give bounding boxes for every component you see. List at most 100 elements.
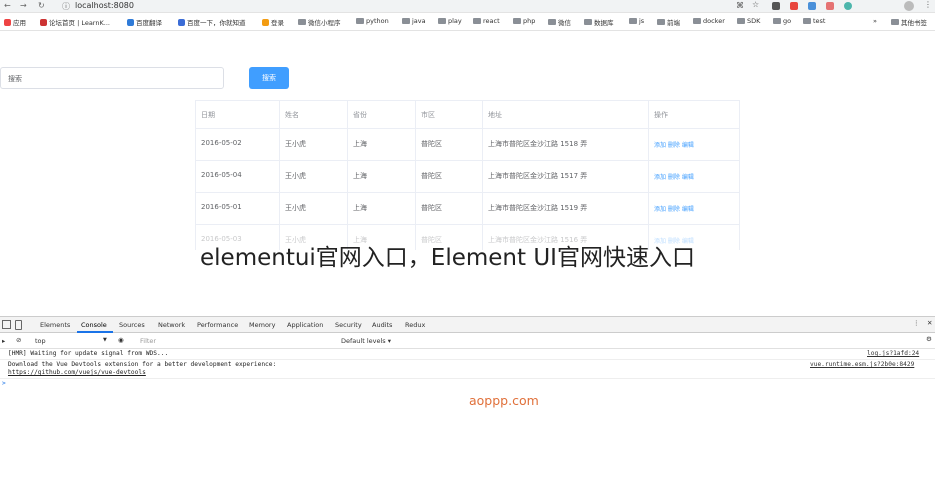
bookmark-folder[interactable]: php	[513, 17, 535, 25]
tab-memory[interactable]: Memory	[249, 321, 275, 329]
tab-security[interactable]: Security	[335, 321, 362, 329]
cell-address: 上海市普陀区金沙江路 1517 弄	[488, 172, 588, 180]
divider	[195, 100, 740, 101]
filter-input[interactable]: Filter	[140, 337, 156, 345]
search-input[interactable]: 搜索	[0, 67, 224, 89]
tab-performance[interactable]: Performance	[197, 321, 238, 329]
bookmark-item[interactable]: 百度翻译	[127, 17, 162, 27]
tab-elements[interactable]: Elements	[40, 321, 70, 329]
folder-icon	[548, 19, 556, 25]
watermark: aoppp.com	[469, 393, 539, 408]
row-actions-links[interactable]: 添加 删除 编辑	[648, 204, 694, 213]
tab-audits[interactable]: Audits	[372, 321, 392, 329]
site-icon	[40, 18, 47, 26]
bookmark-folder[interactable]: test	[803, 17, 825, 25]
tab-redux[interactable]: Redux	[405, 321, 425, 329]
inspect-icon[interactable]	[2, 320, 11, 329]
context-select[interactable]: top	[35, 337, 46, 345]
divider	[195, 128, 740, 129]
log-levels-dropdown[interactable]: Default levels ▾	[341, 337, 391, 345]
bookmark-folder[interactable]: python	[356, 17, 389, 25]
folder-icon	[513, 18, 521, 24]
column-header[interactable]: 市区	[415, 110, 435, 120]
divider	[195, 224, 740, 225]
source-link[interactable]: vue.runtime.esm.js?2b0e:8429	[810, 361, 914, 368]
tab-network[interactable]: Network	[158, 321, 185, 329]
folder-icon	[693, 18, 701, 24]
cell-date: 2016-05-02	[201, 139, 242, 147]
folder-icon	[402, 18, 410, 24]
avatar[interactable]	[904, 1, 914, 11]
cell-date: 2016-05-01	[201, 203, 242, 211]
chevron-down-icon: ▼	[103, 337, 107, 343]
folder-icon	[298, 19, 306, 25]
back-icon[interactable]: ←	[4, 1, 11, 10]
console-prompt[interactable]: >	[2, 380, 6, 387]
extension-icon[interactable]	[844, 2, 852, 10]
bookmark-folder[interactable]: go	[773, 17, 791, 25]
bookmark-folder[interactable]: js	[629, 17, 644, 25]
translate-icon[interactable]: ⌘	[736, 1, 744, 10]
bookmark-apps[interactable]: 应用	[4, 17, 26, 27]
folder-icon	[657, 19, 665, 25]
info-icon: ⓘ	[62, 2, 70, 11]
device-toolbar-icon[interactable]	[15, 320, 22, 330]
column-header[interactable]: 操作	[648, 110, 668, 120]
extension-icon[interactable]	[772, 2, 780, 10]
forward-icon[interactable]: →	[20, 1, 27, 10]
bookmark-folder[interactable]: 微信	[548, 17, 571, 27]
gear-icon[interactable]: ⚙	[926, 335, 932, 343]
devtools-panel: Elements Console Sources Network Perform…	[0, 316, 935, 490]
bookmark-folder[interactable]: 数据库	[584, 17, 614, 27]
column-header[interactable]: 省份	[347, 110, 367, 120]
sidebar-toggle-icon[interactable]: ▸	[2, 337, 5, 345]
cell-district: 普陀区	[421, 172, 442, 180]
active-tab-indicator	[77, 331, 113, 333]
console-text: Download the Vue Devtools extension for …	[8, 361, 277, 368]
data-table: 日期 姓名 省份 市区 地址 操作 2016-05-02 王小虎 上海 普陀区 …	[195, 100, 740, 250]
bookmark-folder[interactable]: java	[402, 17, 426, 25]
menu-icon[interactable]: ⋮	[924, 0, 932, 9]
extension-icon[interactable]	[808, 2, 816, 10]
folder-icon	[584, 19, 592, 25]
column-header[interactable]: 地址	[482, 110, 502, 120]
more-bookmarks-icon[interactable]: »	[873, 17, 877, 25]
row-actions-links[interactable]: 添加 删除 编辑	[648, 172, 694, 181]
tab-console[interactable]: Console	[81, 321, 107, 329]
folder-icon	[803, 18, 811, 24]
bookmark-folder[interactable]: react	[473, 17, 500, 25]
reload-icon[interactable]: ↻	[38, 1, 45, 10]
bookmark-item[interactable]: 百度一下，你就知道	[178, 17, 246, 27]
divider	[739, 100, 740, 250]
bookmark-folder[interactable]: SDK	[737, 17, 760, 25]
folder-icon	[473, 18, 481, 24]
bookmark-folder[interactable]: 微信小程序	[298, 17, 341, 27]
column-header[interactable]: 姓名	[279, 110, 299, 120]
bookmark-item[interactable]: 登录	[262, 17, 284, 27]
tab-sources[interactable]: Sources	[119, 321, 145, 329]
star-icon[interactable]: ☆	[752, 0, 759, 9]
extension-icon[interactable]	[826, 2, 834, 10]
tab-application[interactable]: Application	[287, 321, 323, 329]
eye-icon[interactable]: ◉	[118, 336, 124, 344]
bookmark-folder[interactable]: 其他书签	[891, 17, 927, 27]
bookmark-folder[interactable]: play	[438, 17, 462, 25]
source-link[interactable]: log.js?1afd:24	[867, 350, 919, 357]
clear-console-icon[interactable]: ⊘	[16, 336, 21, 344]
close-icon[interactable]: ✕	[927, 319, 932, 327]
bookmark-item[interactable]: 论坛首页 | LearnK...	[40, 17, 110, 27]
search-button[interactable]: 搜索	[249, 67, 289, 89]
cell-district: 普陀区	[421, 204, 442, 212]
address-bar[interactable]: localhost:8080	[75, 1, 134, 10]
cell-address: 上海市普陀区金沙江路 1518 弄	[488, 140, 588, 148]
bookmark-folder[interactable]: docker	[693, 17, 725, 25]
bookmark-folder[interactable]: 前端	[657, 17, 680, 27]
column-header[interactable]: 日期	[195, 110, 215, 120]
console-link[interactable]: https://github.com/vuejs/vue-devtools	[8, 369, 146, 376]
browser-toolbar: ← → ↻ ⓘ localhost:8080 ⌘ ☆ ⋮	[0, 0, 935, 13]
more-icon[interactable]: ⋮	[913, 319, 920, 327]
extension-icon[interactable]	[790, 2, 798, 10]
console-text: [HMR] Waiting for update signal from WDS…	[8, 350, 169, 357]
row-actions-links[interactable]: 添加 删除 编辑	[648, 140, 694, 149]
cell-province: 上海	[353, 172, 367, 180]
